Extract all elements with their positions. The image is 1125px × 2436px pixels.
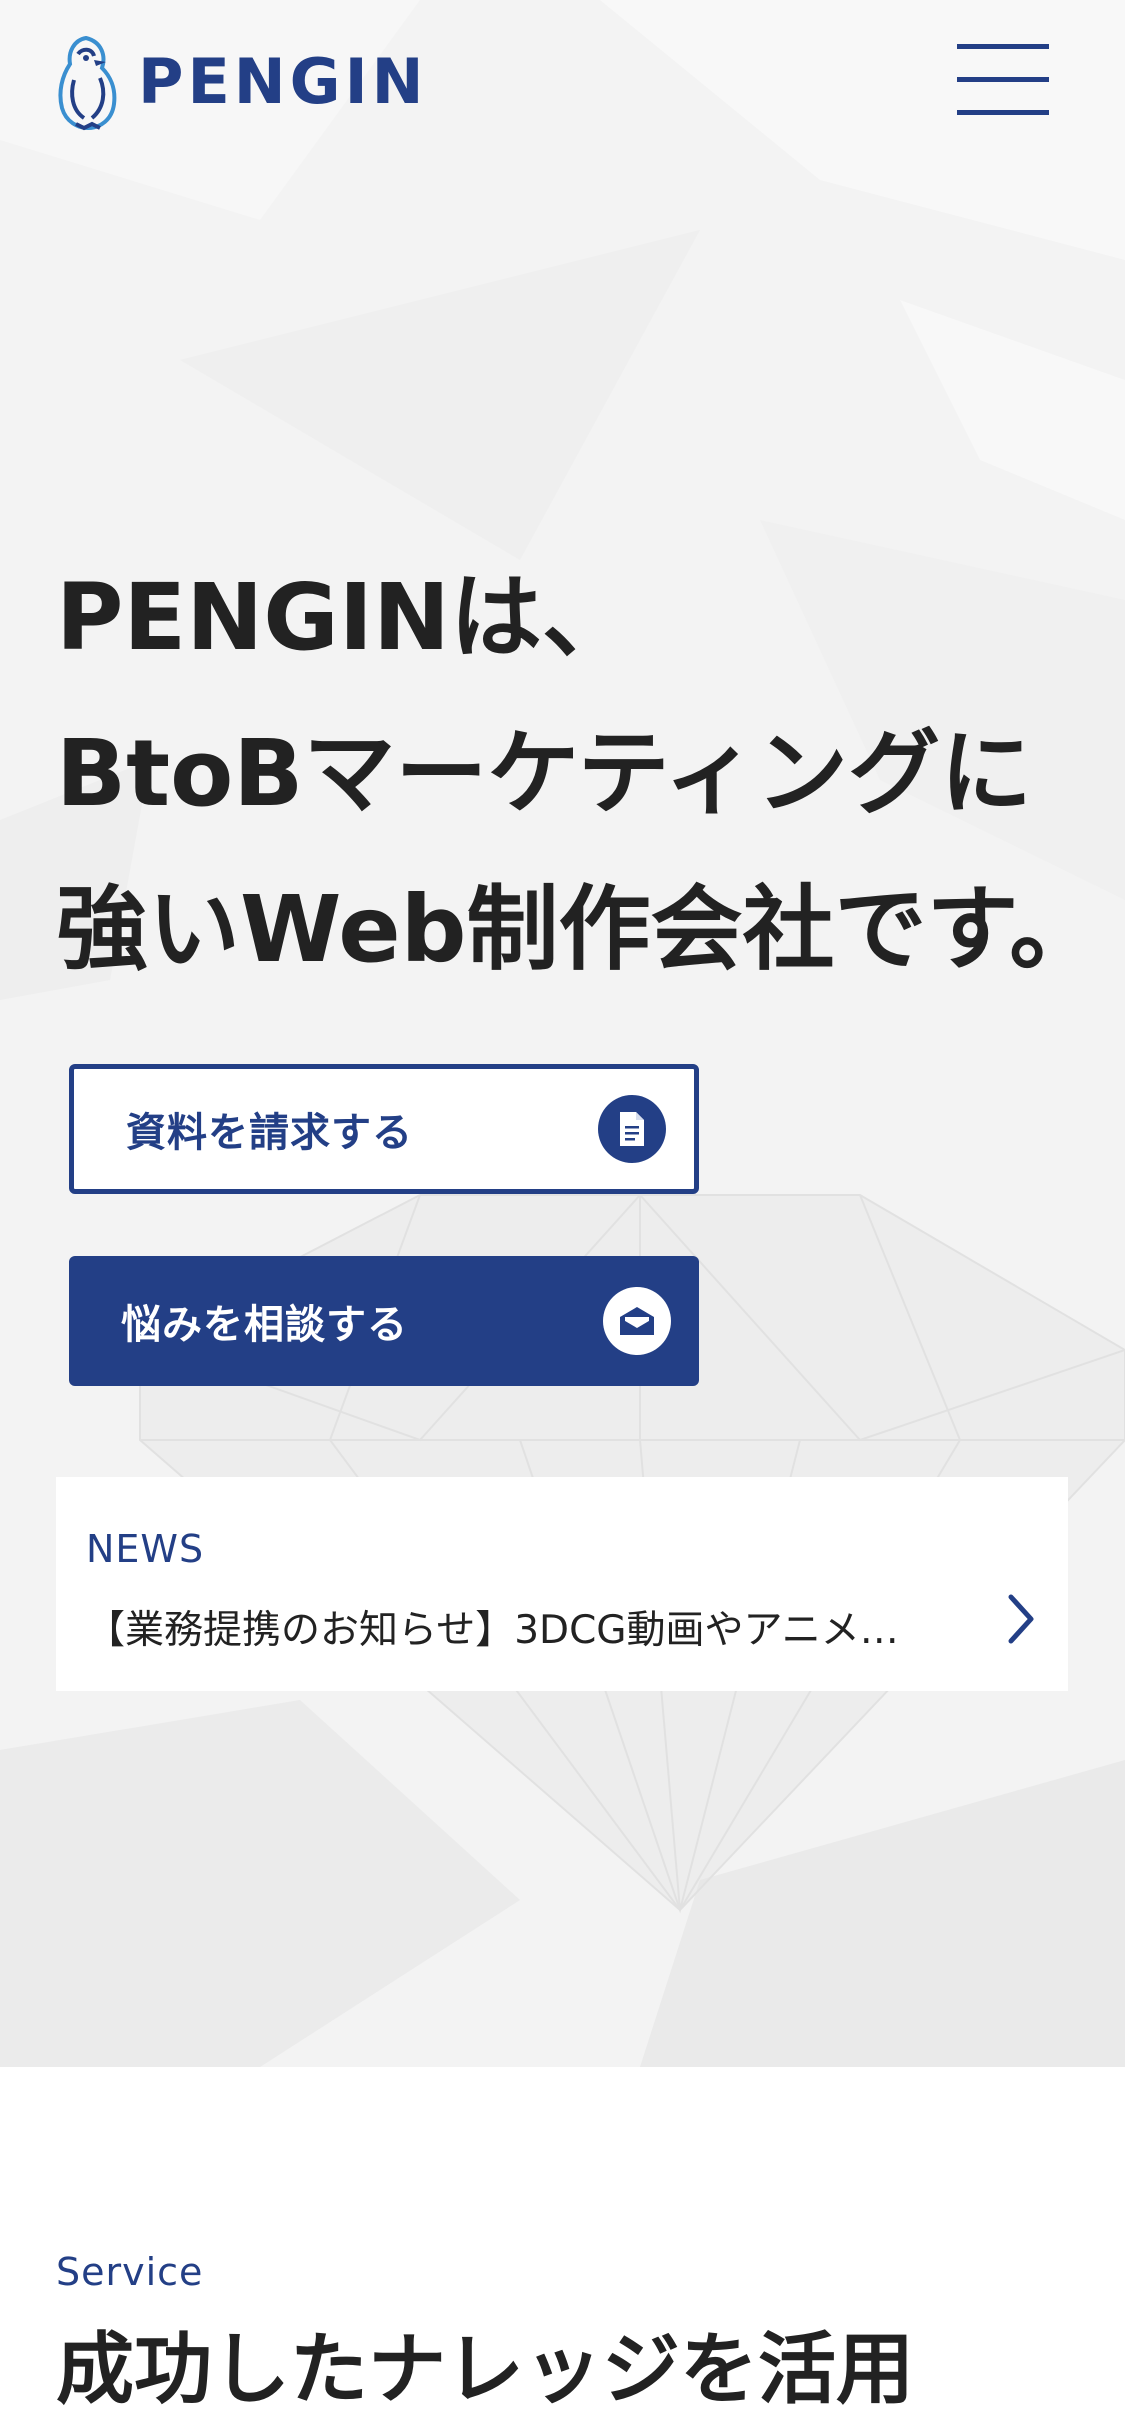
service-title: 成功したナレッジを活用 [56, 2325, 915, 2415]
hamburger-menu-icon[interactable] [957, 42, 1049, 118]
request-materials-label: 資料を請求する [126, 1110, 413, 1156]
hero-background-graphic [0, 0, 1125, 2067]
document-icon [598, 1095, 666, 1163]
headline-line-2: BtoBマーケティングに [56, 720, 1033, 827]
consult-button[interactable]: 悩みを相談する [69, 1256, 699, 1386]
consult-label: 悩みを相談する [121, 1302, 408, 1348]
news-card[interactable]: NEWS 【業務提携のお知らせ】3DCG動画やアニメ… [56, 1477, 1068, 1691]
request-materials-button[interactable]: 資料を請求する [69, 1064, 699, 1194]
menu-bar-middle [957, 77, 1049, 82]
headline-line-3: 強いWeb制作会社です。 [56, 876, 1102, 983]
headline-line-1: PENGINは、 [56, 564, 635, 671]
site-logo[interactable]: PENGIN [56, 32, 428, 132]
mail-icon [603, 1287, 671, 1355]
menu-bar-top [957, 44, 1049, 49]
penguin-logo-icon [58, 35, 117, 131]
news-title: 【業務提携のお知らせ】3DCG動画やアニメ… [86, 1608, 899, 1653]
logo-text: PENGIN [138, 45, 428, 118]
chevron-right-icon [1008, 1594, 1034, 1644]
service-eyebrow: Service [56, 2250, 204, 2294]
hero-section: PENGIN PENGINは、 BtoBマーケティングに 強いWeb制作会社です… [0, 0, 1125, 2067]
hero-headline: PENGINは、 BtoBマーケティングに 強いWeb制作会社です。 [56, 540, 1116, 1008]
menu-bar-bottom [957, 110, 1049, 115]
news-label: NEWS [86, 1527, 205, 1571]
